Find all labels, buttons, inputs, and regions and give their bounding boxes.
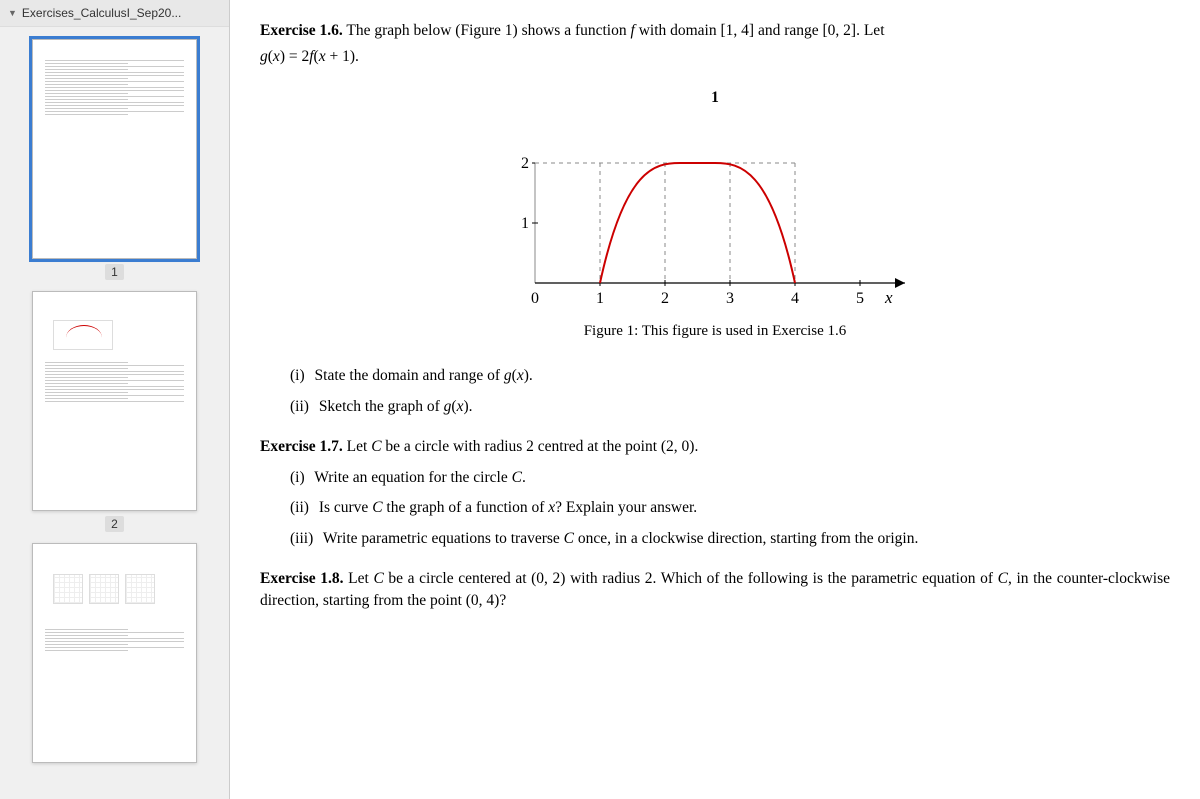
svg-text:0: 0: [531, 290, 539, 307]
svg-text:2: 2: [661, 290, 669, 307]
thumbnail-sidebar: ▼ Exercises_CalculusI_Sep20... 1: [0, 0, 230, 799]
svg-text:1: 1: [521, 215, 529, 232]
figure-caption: Figure 1: This figure is used in Exercis…: [260, 321, 1170, 343]
g-definition: g(x) = 2f(x + 1).: [260, 46, 1170, 68]
thumbnail-page-3[interactable]: [32, 543, 197, 767]
disclosure-triangle-icon[interactable]: ▼: [8, 8, 17, 18]
sidebar-doc-title[interactable]: ▼ Exercises_CalculusI_Sep20...: [0, 0, 229, 27]
svg-text:1: 1: [596, 290, 604, 307]
thumbnail-list: 1 2: [0, 27, 229, 799]
thumbnail-page-1[interactable]: 1: [32, 39, 197, 281]
figure-label-top: 1: [260, 87, 1170, 109]
ex17-item-iii: (iii) Write parametric equations to trav…: [290, 528, 1170, 550]
chart-svg: 2 1 0 1 2 3 4 5 x: [485, 113, 945, 313]
document-content: Exercise 1.6. The graph below (Figure 1)…: [230, 0, 1200, 799]
ex16-item-i: (i) State the domain and range of g(x).: [290, 365, 1170, 387]
svg-text:x: x: [884, 288, 893, 307]
svg-text:4: 4: [791, 290, 799, 307]
svg-text:5: 5: [856, 290, 864, 307]
doc-name: Exercises_CalculusI_Sep20...: [22, 6, 181, 20]
ex16-item-ii: (ii) Sketch the graph of g(x).: [290, 396, 1170, 418]
svg-text:2: 2: [521, 155, 529, 172]
ex17-item-i: (i) Write an equation for the circle C.: [290, 467, 1170, 489]
ex17-item-ii: (ii) Is curve C the graph of a function …: [290, 497, 1170, 519]
thumbnail-number: 1: [105, 264, 124, 280]
exercise-1-7-heading: Exercise 1.7. Let C be a circle with rad…: [260, 436, 1170, 458]
thumbnail-page-2[interactable]: 2: [32, 291, 197, 533]
exercise-1-8-heading: Exercise 1.8. Let C be a circle centered…: [260, 568, 1170, 613]
exercise-1-6-heading: Exercise 1.6. The graph below (Figure 1)…: [260, 20, 1170, 42]
figure-1: 1 2 1 0 1: [260, 87, 1170, 343]
thumbnail-number: 2: [105, 516, 124, 532]
svg-text:3: 3: [726, 290, 734, 307]
